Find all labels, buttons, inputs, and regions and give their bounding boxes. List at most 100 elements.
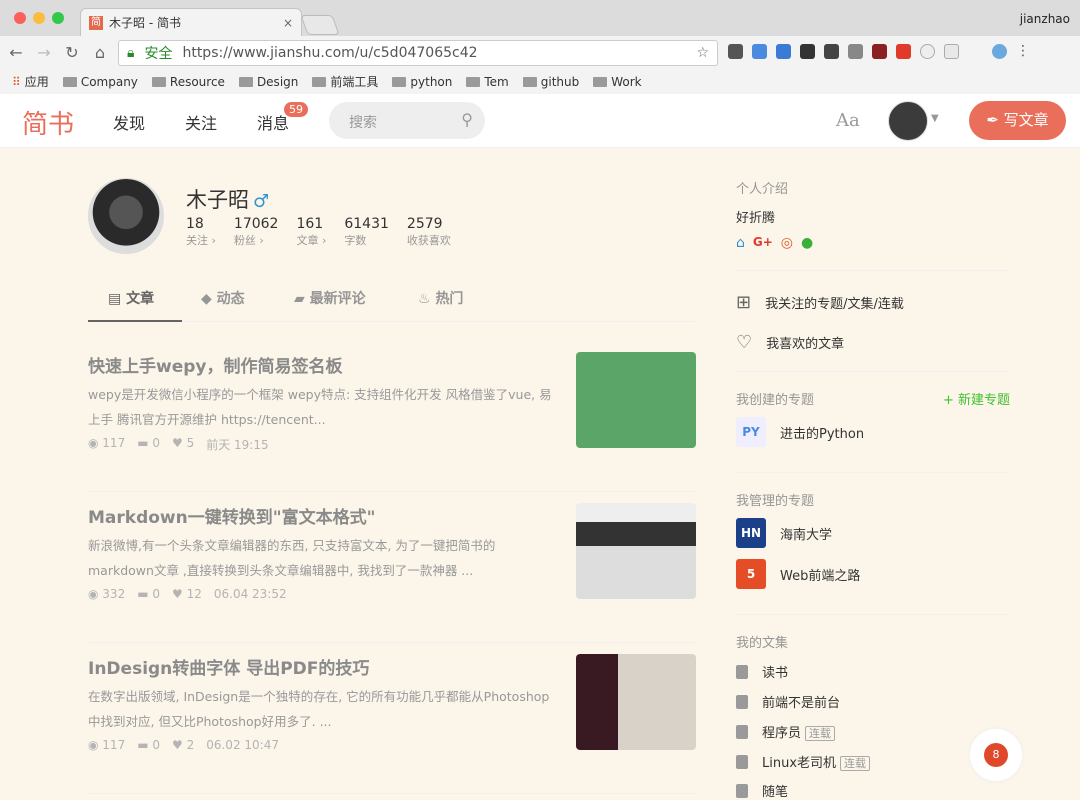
- comment-count[interactable]: 0: [152, 436, 160, 450]
- stat-followers[interactable]: 17062粉丝 ›: [234, 216, 279, 248]
- bookmark-apps[interactable]: ⠿应用: [12, 73, 49, 90]
- collection-name: 程序员: [762, 726, 801, 741]
- floating-notification-button[interactable]: 8: [970, 729, 1022, 781]
- user-avatar[interactable]: [888, 101, 928, 141]
- profile-name[interactable]: jianzhao: [1020, 12, 1070, 26]
- managed-topics-heading: 我管理的专题: [736, 490, 814, 509]
- bookmark-folder[interactable]: Tem: [466, 75, 508, 89]
- reload-icon[interactable]: ↻: [60, 43, 84, 62]
- tab-hot[interactable]: ♨ 热门: [418, 288, 463, 308]
- maximize-window-button[interactable]: [52, 12, 64, 24]
- views: ◉ 117: [88, 436, 125, 453]
- tab-articles[interactable]: ▤ 文章: [108, 288, 154, 308]
- topic-item[interactable]: PY 进击的Python: [736, 417, 864, 447]
- topic-item[interactable]: HN海南大学: [736, 518, 832, 548]
- home-icon[interactable]: ⌂: [736, 235, 745, 251]
- extension-icon[interactable]: [920, 44, 935, 59]
- article-thumbnail[interactable]: [576, 654, 696, 750]
- collection-item[interactable]: 程序员连载: [736, 722, 835, 741]
- extension-icon[interactable]: [800, 44, 815, 59]
- bookmark-folder[interactable]: github: [523, 75, 579, 89]
- favicon-icon: 简: [89, 16, 103, 30]
- extension-icon[interactable]: [776, 44, 791, 59]
- back-icon[interactable]: ←: [4, 43, 28, 62]
- home-icon[interactable]: ⌂: [88, 43, 112, 62]
- stat-value: 2579: [407, 216, 451, 232]
- bookmark-label: 前端工具: [330, 73, 378, 90]
- bookmark-folder[interactable]: Resource: [152, 75, 225, 89]
- weibo-icon[interactable]: ◎: [781, 235, 793, 251]
- bookmark-folder[interactable]: python: [392, 75, 452, 89]
- followed-topics-link[interactable]: ⊞我关注的专题/文集/连载: [736, 292, 904, 313]
- tab-activity[interactable]: ◆ 动态: [201, 288, 245, 308]
- profile-avatar[interactable]: [88, 178, 164, 254]
- address-bar[interactable]: 🔒︎安全https://www.jianshu.com/u/c5d047065c…: [118, 40, 718, 66]
- search-input[interactable]: 搜索⚲: [329, 102, 485, 139]
- collection-item[interactable]: 随笔: [736, 781, 788, 800]
- bookmark-label: python: [410, 75, 452, 89]
- close-window-button[interactable]: [14, 12, 26, 24]
- article-item: 快速上手wepy，制作简易签名板 wepy是开发微信小程序的一个框架 wepy特…: [88, 342, 696, 492]
- bookmark-folder[interactable]: 前端工具: [312, 73, 378, 90]
- stat-articles[interactable]: 161文章 ›: [296, 216, 326, 248]
- extension-icon[interactable]: [872, 44, 887, 59]
- topic-name: 进击的Python: [780, 423, 864, 442]
- qr-extension-icon[interactable]: [848, 44, 863, 59]
- topic-item[interactable]: 5Web前端之路: [736, 559, 860, 589]
- url-text[interactable]: https://www.jianshu.com/u/c5d047065c42: [182, 45, 477, 61]
- menu-icon[interactable]: ⋮: [1016, 44, 1031, 59]
- nav-messages[interactable]: 消息: [257, 110, 289, 134]
- tab-title: 木子昭 - 简书: [109, 14, 181, 31]
- nav-discover[interactable]: 发现: [113, 110, 145, 134]
- bookmark-folder[interactable]: Work: [593, 75, 641, 89]
- article-title[interactable]: InDesign转曲字体 导出PDF的技巧: [88, 654, 369, 679]
- bookmark-star-icon[interactable]: ☆: [696, 45, 709, 61]
- liked-articles-link[interactable]: ♡ 我喜欢的文章: [736, 332, 844, 353]
- collection-item[interactable]: Linux老司机连载: [736, 752, 870, 771]
- extension-icon[interactable]: [944, 44, 959, 59]
- new-topic-button[interactable]: + 新建专题: [943, 389, 1010, 408]
- new-tab-button[interactable]: [300, 15, 339, 35]
- forward-icon[interactable]: →: [32, 43, 56, 62]
- stat-label: 文章 ›: [296, 232, 326, 248]
- bookmark-folder[interactable]: Company: [63, 75, 138, 89]
- article-thumbnail[interactable]: [576, 503, 696, 599]
- extension-icon[interactable]: [896, 44, 911, 59]
- extension-icon[interactable]: [824, 44, 839, 59]
- collection-item[interactable]: 前端不是前台: [736, 692, 840, 711]
- browser-tab[interactable]: 简木子昭 - 简书 ×: [80, 8, 302, 36]
- window-controls[interactable]: [14, 12, 64, 24]
- heart-outline-icon: ♡: [736, 332, 752, 353]
- translate-extension-icon[interactable]: [752, 44, 767, 59]
- collection-item[interactable]: 读书: [736, 662, 788, 681]
- site-logo[interactable]: 简书: [22, 104, 74, 141]
- folder-icon: [523, 77, 537, 87]
- stat-likes: 2579收获喜欢: [407, 216, 451, 248]
- extensions: ⋮: [728, 44, 1031, 59]
- evernote-extension-icon[interactable]: [728, 44, 743, 59]
- bookmark-label: Design: [257, 75, 298, 89]
- bookmark-folder[interactable]: Design: [239, 75, 298, 89]
- google-plus-icon[interactable]: G+: [753, 235, 773, 251]
- search-icon[interactable]: ⚲: [461, 110, 473, 129]
- nav-follow[interactable]: 关注: [185, 110, 217, 134]
- article-thumbnail[interactable]: [576, 352, 696, 448]
- extension-icon[interactable]: [992, 44, 1007, 59]
- article-item: InDesign转曲字体 导出PDF的技巧 在数字出版领域, InDesign是…: [88, 644, 696, 794]
- close-tab-icon[interactable]: ×: [283, 16, 293, 30]
- tab-label: 动态: [217, 291, 245, 307]
- stat-following[interactable]: 18关注 ›: [186, 216, 216, 248]
- comment-count[interactable]: 0: [152, 738, 160, 752]
- like-count: 5: [187, 436, 195, 450]
- tab-comments[interactable]: ▰ 最新评论: [294, 288, 366, 308]
- link-label: 我喜欢的文章: [766, 333, 844, 352]
- article-title[interactable]: 快速上手wepy，制作简易签名板: [88, 352, 343, 377]
- write-article-button[interactable]: ✒ 写文章: [969, 101, 1066, 140]
- wechat-icon[interactable]: ●: [801, 235, 813, 251]
- python-topic-icon: PY: [736, 417, 766, 447]
- comment-count[interactable]: 0: [152, 587, 160, 601]
- font-settings-button[interactable]: Aa: [836, 110, 860, 131]
- minimize-window-button[interactable]: [33, 12, 45, 24]
- article-title[interactable]: Markdown一键转换到"富文本格式": [88, 503, 375, 528]
- chevron-down-icon[interactable]: ▼: [931, 113, 939, 124]
